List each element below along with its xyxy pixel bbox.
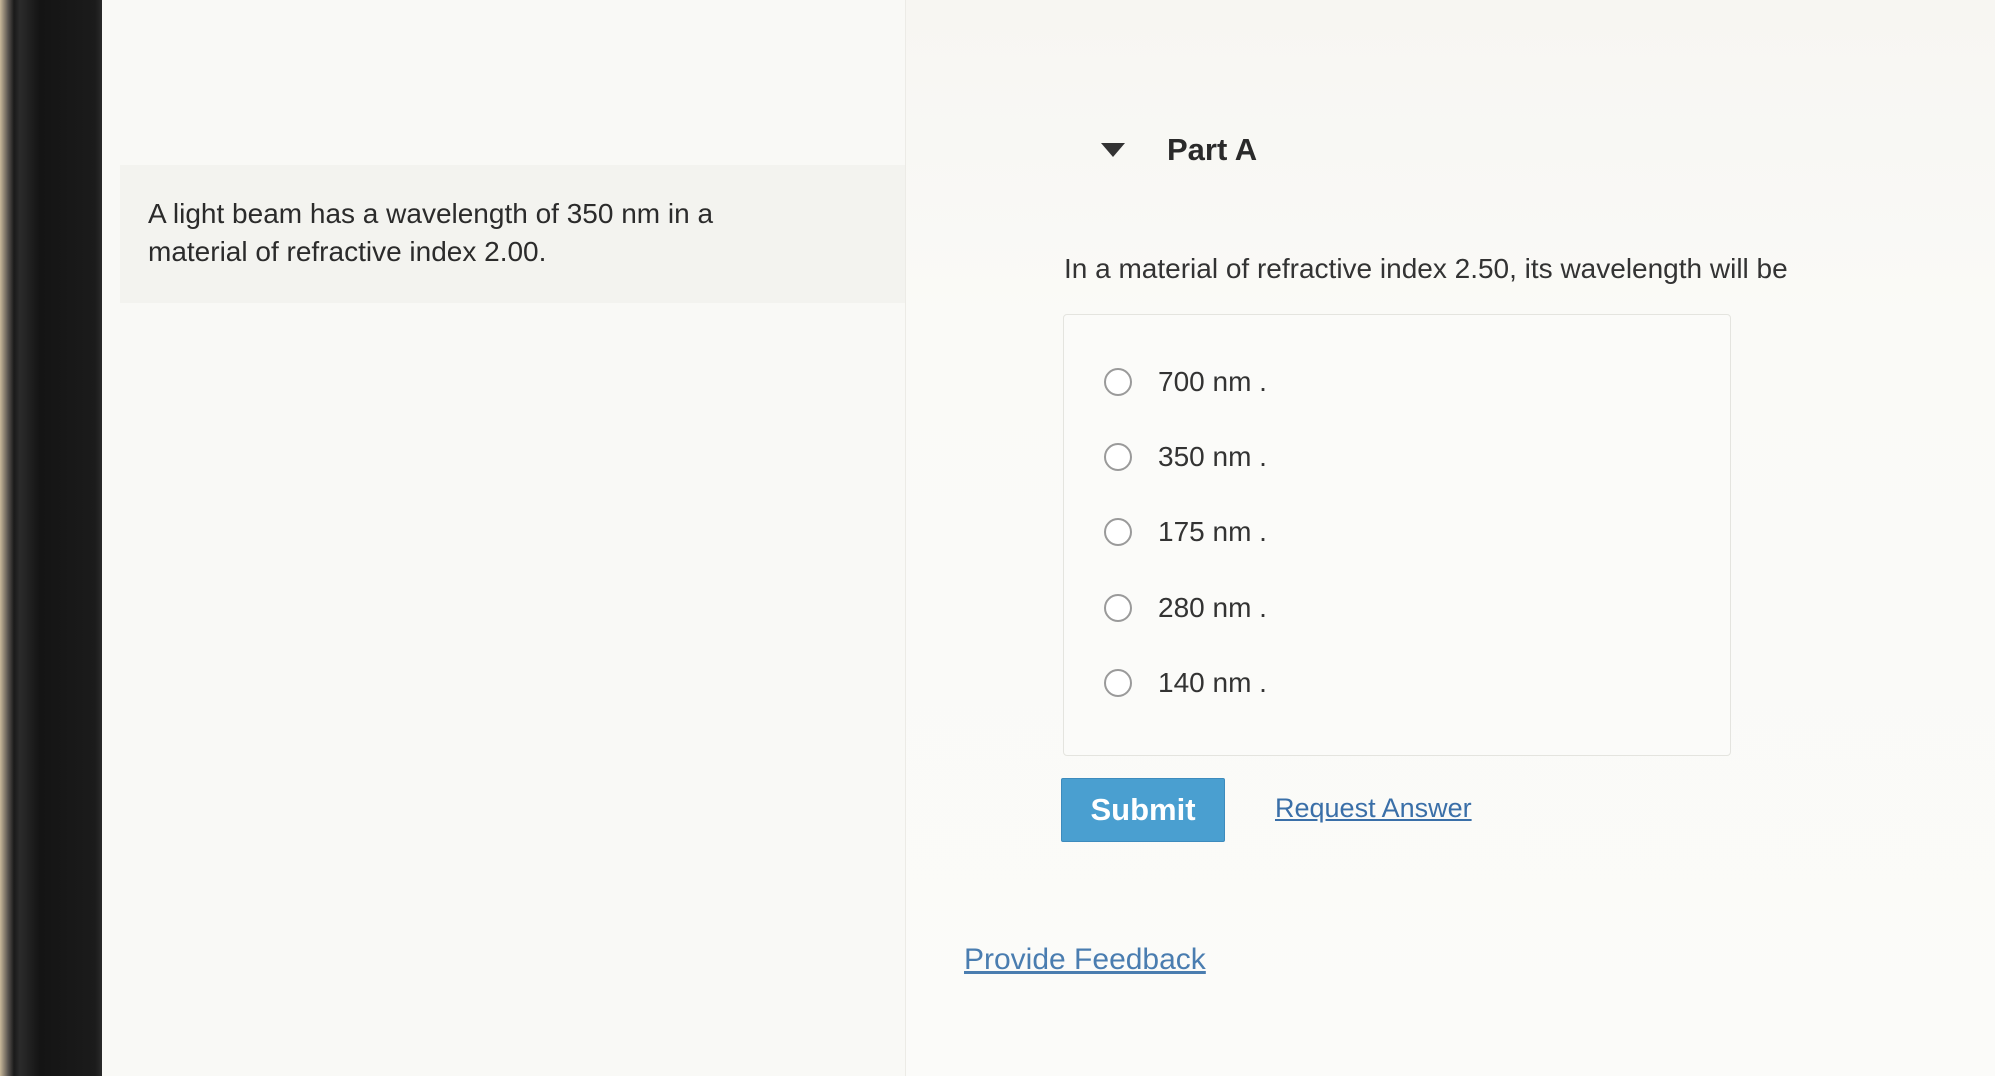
answer-option[interactable]: 350 nm . [1104,437,1267,477]
answer-options: 700 nm . 350 nm . 175 nm . 280 nm . 140 … [1063,314,1731,756]
answer-option[interactable]: 700 nm . [1104,362,1267,402]
question-pane: Part A In a material of refractive index… [906,0,1995,1076]
request-answer-link[interactable]: Request Answer [1275,793,1472,824]
answer-option[interactable]: 175 nm . [1104,512,1267,552]
screen: A light beam has a wavelength of 350 nm … [102,0,1995,1076]
context-text: A light beam has a wavelength of 350 nm … [148,198,714,267]
radio-button[interactable] [1104,443,1132,471]
question-text: In a material of refractive index 2.50, … [1064,253,1788,284]
context-pane: A light beam has a wavelength of 350 nm … [102,0,906,1076]
answer-option[interactable]: 280 nm . [1104,588,1267,628]
option-label: 700 nm . [1158,366,1267,397]
option-label: 350 nm . [1158,441,1267,472]
radio-button[interactable] [1104,594,1132,622]
provide-feedback-link[interactable]: Provide Feedback [964,943,1206,977]
radio-button[interactable] [1104,368,1132,396]
caret-down-icon[interactable] [1101,143,1125,157]
part-header[interactable]: Part A [1101,128,1257,172]
answer-option[interactable]: 140 nm . [1104,663,1267,703]
option-label: 280 nm . [1158,592,1267,623]
submit-button[interactable]: Submit [1061,778,1225,842]
part-title: Part A [1167,132,1258,167]
option-label: 140 nm . [1158,667,1267,698]
monitor-bezel [0,0,102,1076]
option-label: 175 nm . [1158,516,1267,547]
radio-button[interactable] [1104,518,1132,546]
radio-button[interactable] [1104,669,1132,697]
